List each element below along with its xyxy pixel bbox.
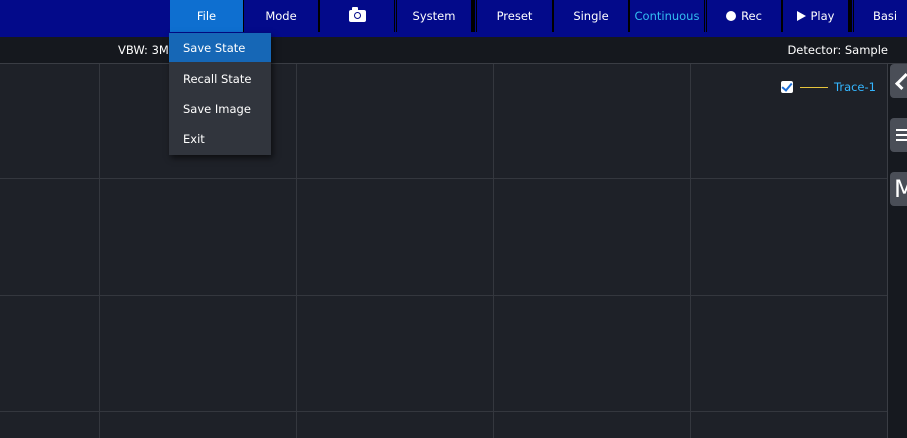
- continuous-button[interactable]: Continuous: [629, 0, 705, 32]
- top-toolbar: File Mode System Preset Single Continuou…: [0, 0, 907, 37]
- trace-visibility-checkbox[interactable]: [781, 81, 793, 93]
- toolbar-separator: [849, 0, 852, 32]
- single-button[interactable]: Single: [553, 0, 629, 32]
- preset-label: Preset: [496, 9, 533, 23]
- file-dropdown-menu: Save State Recall State Save Image Exit: [169, 33, 271, 155]
- mode-label: Mode: [265, 9, 297, 23]
- play-icon: [796, 11, 806, 21]
- menu-item-label: Exit: [183, 131, 205, 146]
- detector-readout: Detector: Sample: [787, 43, 888, 57]
- menu-item-save-image[interactable]: Save Image: [169, 94, 271, 123]
- menu-item-exit[interactable]: Exit: [169, 124, 271, 153]
- grid-line: [0, 295, 887, 296]
- spectrum-plot-area[interactable]: Trace-1: [0, 64, 887, 438]
- collapse-panel-button[interactable]: [890, 64, 907, 98]
- menu-item-save-state[interactable]: Save State: [169, 33, 271, 62]
- system-button[interactable]: System: [396, 0, 472, 32]
- record-icon: [726, 11, 737, 21]
- rec-button[interactable]: Rec: [706, 0, 782, 32]
- list-view-button[interactable]: [890, 118, 907, 152]
- file-menu-button[interactable]: File: [170, 0, 243, 32]
- list-icon: [896, 126, 907, 144]
- trace-label: Trace-1: [834, 80, 876, 94]
- grid-line: [99, 64, 100, 438]
- trace-legend: Trace-1: [781, 78, 876, 96]
- marker-letter: M: [894, 175, 907, 203]
- camera-icon: [348, 7, 366, 22]
- menu-item-label: Save State: [183, 40, 246, 55]
- play-label: Play: [810, 9, 835, 23]
- rec-label: Rec: [741, 9, 762, 23]
- system-label: System: [412, 9, 456, 23]
- screenshot-button[interactable]: [319, 0, 395, 32]
- single-label: Single: [573, 9, 609, 23]
- marker-button[interactable]: M: [890, 172, 907, 206]
- continuous-label: Continuous: [634, 9, 700, 23]
- grid-line: [493, 64, 494, 438]
- play-button[interactable]: Play: [782, 0, 849, 32]
- trace-color-swatch: [800, 86, 828, 88]
- grid-line: [0, 411, 887, 412]
- file-label: File: [196, 9, 217, 23]
- basic-button[interactable]: Basi: [853, 0, 907, 32]
- status-info-bar: VBW: 3MH Detector: Sample: [0, 37, 907, 64]
- menu-item-recall-state[interactable]: Recall State: [169, 64, 271, 93]
- right-side-panel: M: [887, 64, 907, 438]
- grid-line: [296, 64, 297, 438]
- basic-label: Basi: [873, 9, 898, 23]
- menu-item-label: Save Image: [183, 101, 251, 116]
- grid-line: [0, 178, 887, 179]
- chevron-left-icon: [895, 72, 907, 90]
- menu-item-label: Recall State: [183, 71, 252, 86]
- grid-line: [690, 64, 691, 438]
- toolbar-separator: [472, 0, 475, 32]
- mode-button[interactable]: Mode: [243, 0, 319, 32]
- preset-button[interactable]: Preset: [476, 0, 553, 32]
